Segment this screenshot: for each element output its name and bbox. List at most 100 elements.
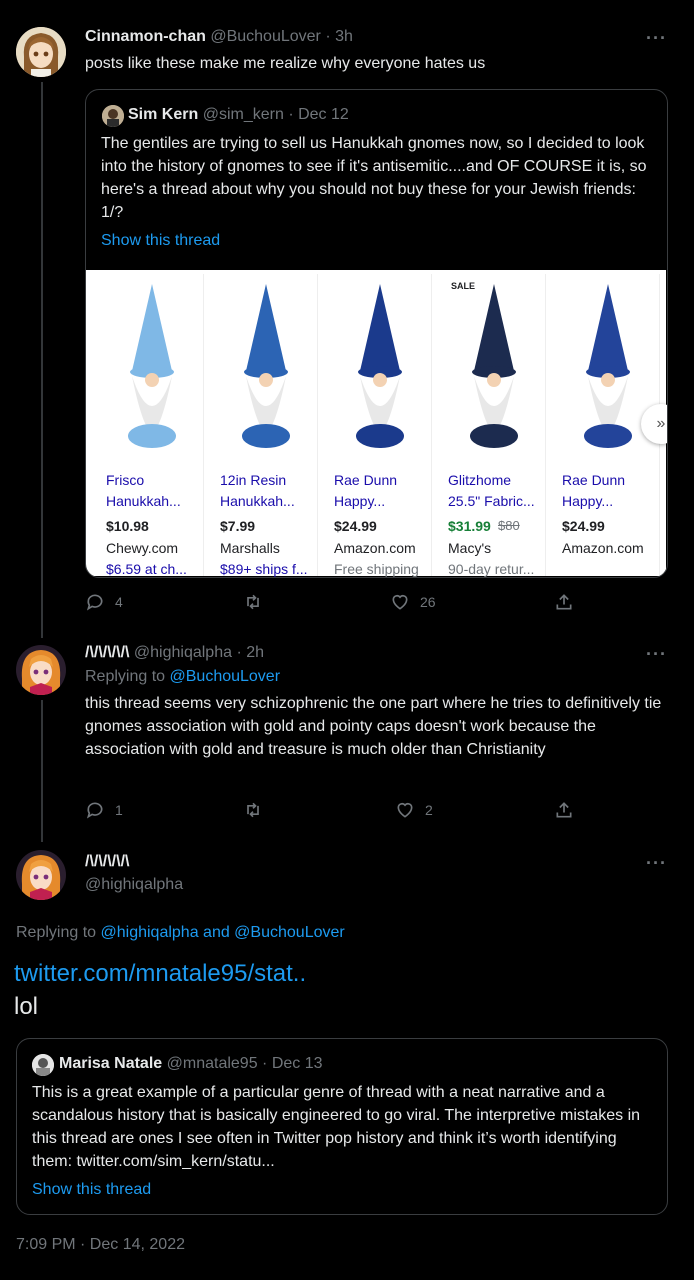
quote-avatar-image [32,1054,54,1076]
replying-label: Replying to [85,668,166,685]
product-title-line2[interactable]: Happy... [562,493,658,509]
product-title-line2[interactable]: Hanukkah... [106,493,202,509]
product-card[interactable]: Frisco Hanukkah... $10.98 Chewy.com $6.59 at… [98,274,204,577]
heart-icon [392,594,408,610]
avatar-image [16,645,66,695]
sale-badge: SALE [448,280,479,292]
quote-date[interactable]: · Dec 12 [288,106,348,123]
product-title-line2[interactable]: Happy... [334,493,430,509]
replying-to-link[interactable]: @BuchouLover [170,668,281,685]
retweet-button[interactable] [243,592,273,612]
quoted-tweet[interactable]: Marisa Natale @mnatale95 · Dec 13 This i… [16,1038,668,1215]
replying-to-link[interactable]: @highiqalpha and @BuchouLover [101,924,345,941]
product-price: $24.99 [562,518,605,534]
avatar[interactable] [16,27,66,77]
tweet-time[interactable]: · 3h [325,28,353,45]
quote-display-name[interactable]: Marisa Natale [59,1055,162,1072]
quote-header: Sim Kern @sim_kern · Dec 12 [128,106,349,124]
quote-handle[interactable]: @mnatale95 [167,1055,258,1072]
share-button[interactable] [554,800,574,820]
tweet-time[interactable]: · 2h [236,644,264,661]
reply-button[interactable]: 4 [85,592,123,612]
tweet-actions: 4 26 [85,592,585,616]
gray-beard-gnome-icon [356,284,404,448]
quote-display-name[interactable]: Sim Kern [128,106,198,123]
product-title-line2[interactable]: 25.5" Fabric... [448,493,544,509]
display-name[interactable]: /\/\/\/\/\ [85,853,129,871]
display-name[interactable]: Cinnamon-chan [85,28,206,45]
avatar[interactable] [16,645,66,695]
product-title[interactable]: Rae Dunn [562,472,658,488]
like-button[interactable]: 2 [395,800,433,820]
heart-icon [397,802,413,818]
share-button[interactable] [554,592,574,612]
replying-to: Replying to @highiqalpha and @BuchouLove… [16,924,345,942]
resin-gnome-icon [242,284,290,448]
avatar-image [16,850,66,900]
quote-avatar[interactable] [102,105,124,127]
show-thread-link[interactable]: Show this thread [32,1178,151,1201]
reply-icon [86,594,103,611]
product-carousel: Frisco Hanukkah... $10.98 Chewy.com $6.59 at… [86,270,667,577]
reply-icon [86,802,103,819]
quoted-tweet[interactable]: Sim Kern @sim_kern · Dec 12 The gentiles… [85,89,668,578]
product-store: Marshalls [220,540,280,556]
show-thread-link[interactable]: Show this thread [101,229,220,252]
product-shipping: Free shipping [334,561,419,577]
like-button[interactable]: 26 [390,592,436,612]
product-store: Amazon.com [562,540,644,556]
product-shipping: $6.59 at ch... [106,561,187,577]
reply-count: 1 [115,802,123,818]
user-handle[interactable]: @BuchouLover [210,28,321,45]
quote-date[interactable]: · Dec 13 [262,1055,322,1072]
more-options-icon[interactable]: ··· [646,853,667,874]
product-card[interactable]: Rae Dunn Happy... $24.99 Amazon.com Free shi… [326,274,432,577]
product-old-price: $80 [498,518,520,533]
retweet-icon [247,594,259,610]
quote-header: Marisa Natale @mnatale95 · Dec 13 [59,1055,323,1073]
display-name[interactable]: /\/\/\/\/\ [85,644,129,661]
retweet-button[interactable] [243,800,273,820]
like-count: 26 [420,594,436,610]
product-title[interactable]: Frisco [106,472,202,488]
thread-connector [41,700,43,842]
product-store: Chewy.com [106,540,179,556]
product-price: $24.99 [334,518,377,534]
user-handle[interactable]: @highiqalpha [85,876,183,894]
quote-avatar-image [102,105,124,127]
like-count: 2 [425,802,433,818]
quote-avatar[interactable] [32,1054,54,1076]
share-icon [556,802,572,818]
thread-connector [41,82,43,638]
tweet-actions: 1 2 [85,800,585,824]
chevron-right-icon: » [656,415,666,432]
quote-text: This is a great example of a particular … [32,1084,641,1170]
reply-button[interactable]: 1 [85,800,123,820]
tweet-link[interactable]: twitter.com/mnatale95/stat.. [14,960,306,988]
more-options-icon[interactable]: ··· [646,28,667,49]
product-price: $31.99 [448,518,491,534]
stripe-gnome-icon [128,284,176,448]
sale-gnome-icon [470,284,518,448]
share-icon [556,594,572,610]
product-card[interactable]: 12in Resin Hanukkah... $7.99 Marshalls $89+ … [212,274,318,577]
avatar-image [16,27,66,77]
product-store: Macy's [448,540,492,556]
product-card[interactable]: SALE Glitzhome 25.5" Fabric... $31.99 $80 Mac… [440,274,546,577]
avatar[interactable] [16,850,66,900]
product-title[interactable]: Glitzhome [448,472,544,488]
replying-label: Replying to [16,924,97,941]
product-title[interactable]: Rae Dunn [334,472,430,488]
tweet-text: lol [14,993,39,1020]
replying-to: Replying to @BuchouLover [85,668,280,686]
product-title-line2[interactable]: Hanukkah... [220,493,316,509]
product-title[interactable]: 12in Resin [220,472,316,488]
quote-handle[interactable]: @sim_kern [203,106,284,123]
more-options-icon[interactable]: ··· [646,644,667,665]
product-shipping: $89+ ships f... [220,561,308,577]
tweet-header: /\/\/\/\/\ @highiqalpha · 2h [85,644,264,662]
product-shipping: 90-day retur... [448,561,535,577]
retweet-icon [247,802,259,818]
tweet-timestamp[interactable]: 7:09 PM · Dec 14, 2022 [16,1236,185,1254]
user-handle[interactable]: @highiqalpha [134,644,232,661]
